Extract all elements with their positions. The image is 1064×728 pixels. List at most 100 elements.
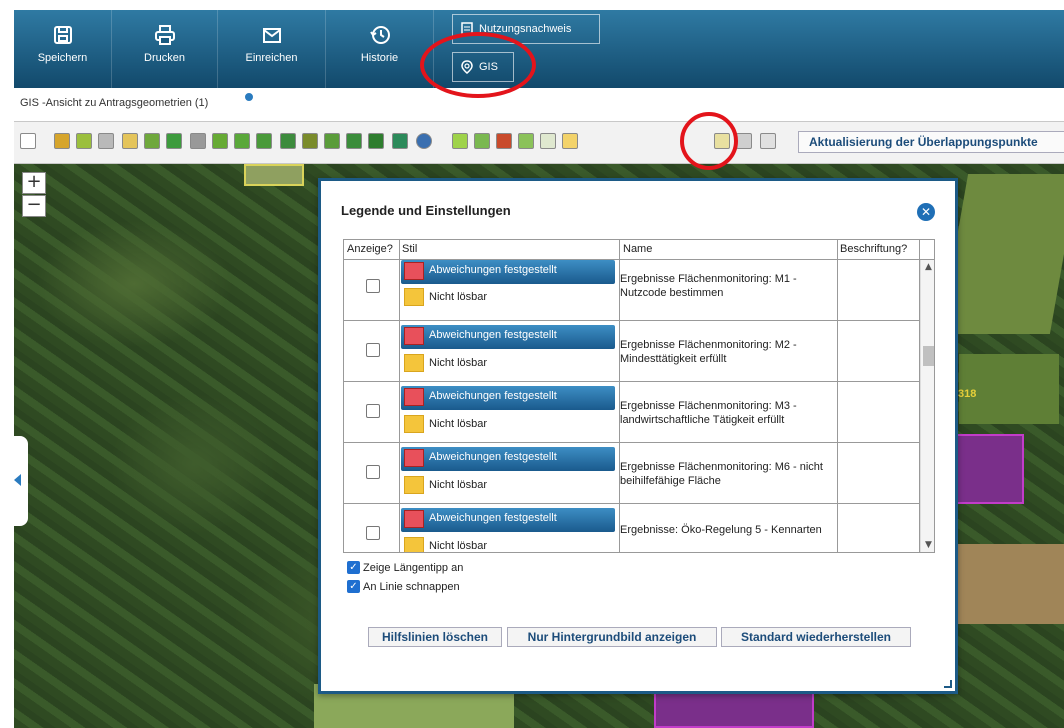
arrow-icon[interactable] bbox=[540, 133, 556, 149]
legend-settings-dialog: Legende und Einstellungen ✕ Anzeige? Sti… bbox=[318, 178, 958, 694]
save-button[interactable]: Speichern bbox=[14, 10, 112, 88]
draw-polygon-icon[interactable] bbox=[54, 133, 70, 149]
resize-handle[interactable] bbox=[944, 680, 952, 688]
split-icon[interactable] bbox=[144, 133, 160, 149]
update-overlap-points-button[interactable]: Aktualisierung der Überlappungspunkte bbox=[798, 131, 1064, 153]
display-checkbox[interactable] bbox=[366, 465, 380, 479]
tab-bar: GIS -Ansicht zu Antragsgeometrien (1) bbox=[14, 88, 1064, 122]
print-button[interactable]: Drucken bbox=[112, 10, 218, 88]
highlight-icon[interactable] bbox=[562, 133, 578, 149]
column-header-style: Stil bbox=[402, 243, 418, 255]
option-snap-line-label: An Linie schnappen bbox=[363, 580, 460, 593]
layer-name: Ergebnisse: Öko-Regelung 5 - Kennarten bbox=[620, 524, 822, 536]
move-vertex-icon[interactable] bbox=[212, 133, 228, 149]
option-length-tip-label: Zeige Längentipp an bbox=[363, 561, 464, 574]
cube-icon[interactable] bbox=[496, 133, 512, 149]
tab-close-icon[interactable] bbox=[244, 92, 254, 102]
buffer-icon[interactable] bbox=[346, 133, 362, 149]
tab-gis-view[interactable]: GIS -Ansicht zu Antragsgeometrien (1) bbox=[20, 97, 208, 109]
layer-name: Ergebnisse Flächenmonitoring: M3 - landw… bbox=[620, 400, 797, 426]
table-row: Abweichungen festgestellt Nicht lösbar E… bbox=[344, 382, 920, 443]
intersect-icon[interactable] bbox=[324, 133, 340, 149]
table-row: Abweichungen festgestellt Nicht lösbar E… bbox=[344, 443, 920, 504]
link-icon[interactable] bbox=[736, 133, 752, 149]
table-scrollbar[interactable]: ▲ ▼ bbox=[920, 260, 934, 552]
add-point-icon[interactable] bbox=[166, 133, 182, 149]
save-icon bbox=[53, 26, 72, 44]
style-unsolvable-label: Nicht lösbar bbox=[429, 357, 488, 369]
yellow-swatch-icon bbox=[404, 476, 424, 494]
scroll-up-icon[interactable]: ▲ bbox=[925, 262, 932, 272]
legend-icon[interactable] bbox=[714, 133, 730, 149]
style-unsolvable: Nicht lösbar bbox=[401, 287, 487, 307]
zoom-out-button[interactable]: − bbox=[22, 195, 46, 217]
red-swatch-icon bbox=[404, 327, 424, 345]
union-icon[interactable] bbox=[280, 133, 296, 149]
style-deviation: Abweichungen festgestellt bbox=[401, 447, 615, 471]
snap-icon[interactable] bbox=[368, 133, 384, 149]
layer-name: Ergebnisse Flächenmonitoring: M6 - nicht… bbox=[620, 461, 823, 487]
table-row: Abweichungen festgestellt Nicht lösbar E… bbox=[344, 504, 920, 552]
table-row: Abweichungen festgestellt Nicht lösbar E… bbox=[344, 260, 920, 321]
style-deviation-label: Abweichungen festgestellt bbox=[429, 390, 557, 402]
layer-icon[interactable] bbox=[474, 133, 490, 149]
zoom-in-button[interactable]: + bbox=[22, 172, 46, 194]
side-panel-toggle[interactable] bbox=[14, 436, 28, 526]
style-deviation: Abweichungen festgestellt bbox=[401, 508, 615, 532]
gis-button[interactable]: GIS bbox=[452, 52, 514, 82]
style-unsolvable-label: Nicht lösbar bbox=[429, 540, 488, 552]
fullscreen-icon[interactable] bbox=[452, 133, 468, 149]
option-snap-line[interactable]: ✓ An Linie schnappen bbox=[347, 580, 460, 593]
stack-icon[interactable] bbox=[518, 133, 534, 149]
option-length-tip[interactable]: ✓ Zeige Längentipp an bbox=[347, 561, 463, 574]
trash-icon[interactable] bbox=[190, 133, 206, 149]
display-checkbox[interactable] bbox=[366, 526, 380, 540]
close-icon[interactable]: ✕ bbox=[917, 203, 935, 221]
map-toolbar: Aktualisierung der Überlappungspunkte bbox=[14, 122, 1064, 164]
print-map-icon[interactable] bbox=[760, 133, 776, 149]
style-deviation-label: Abweichungen festgestellt bbox=[429, 329, 557, 341]
yellow-swatch-icon bbox=[404, 354, 424, 372]
globe-icon[interactable] bbox=[416, 133, 432, 149]
style-deviation: Abweichungen festgestellt bbox=[401, 325, 615, 349]
submit-button[interactable]: Einreichen bbox=[218, 10, 326, 88]
pencil-icon[interactable] bbox=[122, 133, 138, 149]
measure-icon[interactable] bbox=[98, 133, 114, 149]
gis-label: GIS bbox=[479, 61, 498, 73]
difference-icon[interactable] bbox=[302, 133, 318, 149]
scroll-down-icon[interactable]: ▼ bbox=[925, 540, 932, 550]
history-button[interactable]: Historie bbox=[326, 10, 434, 88]
red-swatch-icon bbox=[404, 510, 424, 528]
column-header-labeling: Beschriftung? bbox=[840, 243, 908, 255]
table-header: Anzeige? Stil Name Beschriftung? bbox=[344, 240, 934, 260]
style-unsolvable: Nicht lösbar bbox=[401, 353, 487, 373]
scrollbar-thumb[interactable] bbox=[923, 346, 934, 366]
display-checkbox[interactable] bbox=[366, 404, 380, 418]
background-only-button[interactable]: Nur Hintergrundbild anzeigen bbox=[507, 627, 717, 647]
cut-icon[interactable] bbox=[256, 133, 272, 149]
rotate-icon[interactable] bbox=[392, 133, 408, 149]
clear-guides-button[interactable]: Hilfslinien löschen bbox=[368, 627, 502, 647]
history-icon bbox=[369, 26, 390, 44]
map-field bbox=[954, 434, 1024, 504]
gis-application: Speichern Drucken Einreichen Historie Nu… bbox=[0, 0, 1064, 728]
location-pin-icon bbox=[461, 60, 473, 74]
edit-polygon-icon[interactable] bbox=[76, 133, 92, 149]
top-ribbon: Speichern Drucken Einreichen Historie Nu… bbox=[14, 10, 1064, 88]
style-deviation-label: Abweichungen festgestellt bbox=[429, 264, 557, 276]
checkbox-checked-icon[interactable]: ✓ bbox=[347, 561, 360, 574]
usage-proof-label: Nutzungsnachweis bbox=[479, 23, 572, 35]
display-checkbox[interactable] bbox=[366, 279, 380, 293]
checkbox-checked-icon[interactable]: ✓ bbox=[347, 580, 360, 593]
merge-icon[interactable] bbox=[234, 133, 250, 149]
display-checkbox[interactable] bbox=[366, 343, 380, 357]
chevron-left-icon bbox=[14, 474, 21, 486]
restore-default-button[interactable]: Standard wiederherstellen bbox=[721, 627, 911, 647]
document-icon bbox=[461, 22, 473, 36]
style-unsolvable-label: Nicht lösbar bbox=[429, 479, 488, 491]
red-swatch-icon bbox=[404, 388, 424, 406]
usage-proof-button[interactable]: Nutzungsnachweis bbox=[452, 14, 600, 44]
submit-label: Einreichen bbox=[245, 52, 298, 64]
dialog-title: Legende und Einstellungen bbox=[341, 203, 511, 218]
select-pointer-icon[interactable] bbox=[20, 133, 36, 149]
